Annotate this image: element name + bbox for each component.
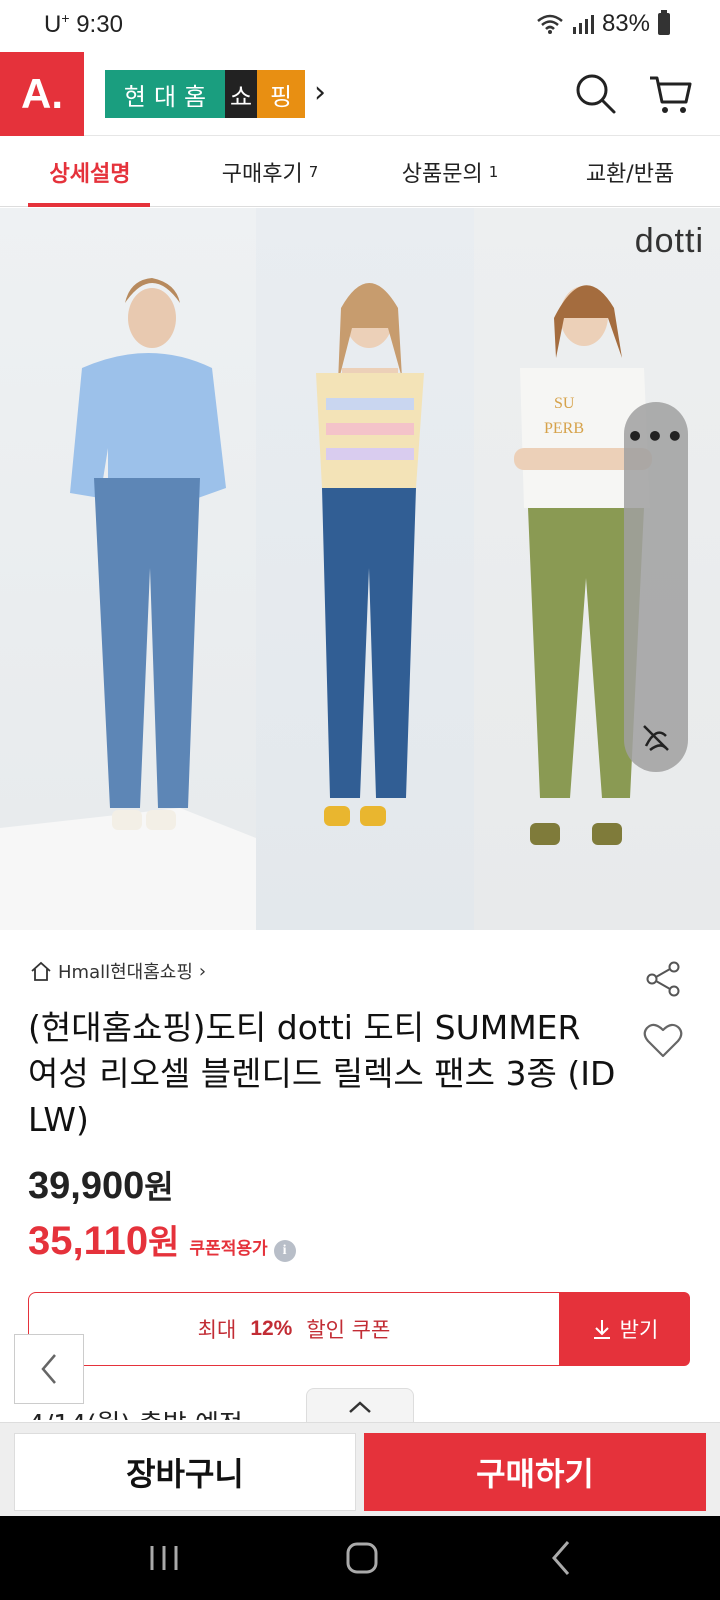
store-breadcrumb[interactable]: Hmall현대홈쇼핑 › bbox=[30, 958, 206, 984]
status-bar: U+ 9:30 83% bbox=[0, 0, 720, 52]
recent-apps-icon[interactable] bbox=[140, 1536, 188, 1580]
chevron-left-icon bbox=[41, 1354, 56, 1384]
currency-label: 원 bbox=[148, 1223, 180, 1263]
more-icon[interactable]: ••• bbox=[624, 420, 688, 453]
carrier-plus: + bbox=[61, 10, 70, 26]
purchase-bar: 장바구니 구매하기 bbox=[0, 1422, 720, 1516]
buy-now-button[interactable]: 구매하기 bbox=[364, 1433, 706, 1511]
model-photo-1 bbox=[0, 208, 256, 930]
home-nav-icon[interactable] bbox=[338, 1536, 386, 1580]
wifi-icon bbox=[537, 14, 563, 34]
coupon-banner[interactable]: 최대 12% 할인 쿠폰 bbox=[28, 1292, 560, 1366]
coupon-suffix: 할인 쿠폰 bbox=[306, 1318, 391, 1342]
brand-seg-black: 쇼 bbox=[225, 70, 257, 118]
collapse-toggle[interactable] bbox=[306, 1388, 414, 1424]
original-price: 39,900원 bbox=[28, 1162, 174, 1208]
chevron-up-icon bbox=[349, 1400, 371, 1413]
hide-icon[interactable] bbox=[640, 722, 672, 754]
brand-seg-green: 현대홈 bbox=[105, 70, 225, 118]
battery-percent: 83% bbox=[601, 10, 650, 37]
tab-returns[interactable]: 교환/반품 bbox=[540, 137, 720, 206]
tab-detail[interactable]: 상세설명 bbox=[0, 137, 180, 207]
delivery-info: 4/14(월) 출발 예정 bbox=[28, 1404, 243, 1420]
product-image[interactable]: SU PERB dotti ••• bbox=[0, 208, 720, 930]
back-nav-icon[interactable] bbox=[538, 1536, 586, 1580]
floating-menu[interactable]: ••• bbox=[624, 402, 688, 772]
coupon-percent: 12% bbox=[250, 1317, 293, 1340]
app-logo[interactable]: A. bbox=[0, 52, 84, 136]
status-time: U+ 9:30 bbox=[44, 10, 123, 39]
currency-label: 원 bbox=[144, 1168, 174, 1206]
info-icon[interactable]: i bbox=[273, 1240, 296, 1262]
brand-watermark: dotti bbox=[634, 222, 704, 260]
breadcrumb-label: Hmall현대홈쇼핑 bbox=[58, 962, 193, 983]
chevron-right-icon: › bbox=[198, 960, 207, 982]
tab-label: 교환/반품 bbox=[585, 161, 675, 187]
original-price-value: 39,900 bbox=[28, 1165, 145, 1207]
battery-icon bbox=[658, 10, 670, 35]
status-indicators: 83% bbox=[536, 10, 670, 38]
download-icon bbox=[593, 1320, 610, 1339]
svg-text:PERB: PERB bbox=[544, 420, 584, 437]
system-nav-bar bbox=[0, 1516, 720, 1600]
tab-count: 7 bbox=[308, 162, 319, 181]
download-label: 받기 bbox=[619, 1318, 659, 1342]
coupon-price-label: 쿠폰적용가 bbox=[189, 1239, 268, 1259]
product-title: (현대홈쇼핑)도티 dotti 도티 SUMMER 여성 리오셀 블렌디드 릴렉… bbox=[28, 1008, 616, 1139]
sale-price-value: 35,110 bbox=[28, 1219, 149, 1263]
back-button[interactable] bbox=[14, 1334, 84, 1404]
brand-seg-orange: 핑 bbox=[257, 70, 305, 118]
model-figure-1 bbox=[0, 278, 256, 930]
tab-label: 구매후기 bbox=[221, 161, 303, 187]
share-icon[interactable] bbox=[644, 960, 682, 998]
tab-reviews[interactable]: 구매후기 7 bbox=[180, 137, 360, 206]
signal-icon bbox=[572, 15, 594, 34]
sale-price: 35,110원 bbox=[28, 1215, 179, 1264]
carrier-label: U bbox=[44, 11, 62, 38]
tab-count: 1 bbox=[488, 162, 499, 181]
clock: 9:30 bbox=[76, 11, 123, 38]
coupon-download-button[interactable]: 받기 bbox=[554, 1292, 690, 1366]
tab-label: 상세설명 bbox=[49, 161, 131, 187]
model-figure-2 bbox=[316, 283, 424, 826]
model-photo-2 bbox=[256, 208, 474, 930]
tab-label: 상품문의 bbox=[401, 161, 483, 187]
search-icon[interactable] bbox=[572, 70, 620, 118]
product-tabs: 상세설명 구매후기 7 상품문의 1 교환/반품 bbox=[0, 137, 720, 207]
coupon-prefix: 최대 bbox=[197, 1318, 237, 1342]
svg-text:SU: SU bbox=[554, 395, 575, 412]
brand-banner[interactable]: 현대홈 쇼 핑 bbox=[105, 70, 305, 118]
cart-icon[interactable] bbox=[648, 70, 696, 118]
chevron-right-icon[interactable]: › bbox=[314, 78, 326, 108]
app-header: A. 현대홈 쇼 핑 › bbox=[0, 52, 720, 136]
tab-inquiries[interactable]: 상품문의 1 bbox=[360, 137, 540, 206]
home-icon bbox=[31, 961, 51, 981]
heart-icon[interactable] bbox=[642, 1020, 684, 1060]
add-to-cart-button[interactable]: 장바구니 bbox=[14, 1433, 356, 1511]
sale-price-row: 35,110원 쿠폰적용가 i bbox=[28, 1215, 296, 1264]
